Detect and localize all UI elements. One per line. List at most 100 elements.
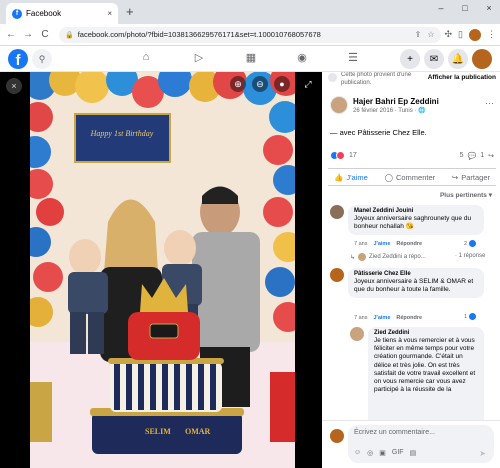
comment-sort-dropdown[interactable]: Plus pertinents ▾ — [440, 191, 492, 199]
tagged-with: — avec Pâtisserie Chez Elle. — [330, 128, 427, 137]
browser-tab[interactable]: f Facebook × — [6, 3, 118, 24]
love-reaction-icon — [336, 151, 345, 160]
camera-icon[interactable]: ◎ — [367, 449, 373, 457]
comment-like-button[interactable]: J'aime — [373, 315, 390, 321]
cake-name-selim: SELIM — [145, 427, 171, 436]
share-count[interactable]: 1 — [480, 152, 484, 159]
show-publication-button[interactable]: Afficher la publication — [428, 74, 496, 81]
comment-reaction-badge[interactable]: 2 — [464, 240, 477, 247]
commenter-name[interactable]: Zied Zeddini — [374, 330, 478, 336]
create-icon[interactable]: + — [400, 49, 420, 69]
comment-placeholder: Écrivez un commentaire... — [354, 429, 435, 436]
comment-like-button[interactable]: J'aime — [373, 241, 390, 247]
comment-count[interactable]: 5 — [460, 152, 464, 159]
comment-reply-button[interactable]: Répondre — [396, 315, 422, 321]
maximize-button[interactable]: □ — [458, 3, 472, 13]
commenter-avatar[interactable] — [330, 205, 344, 219]
commenter-avatar[interactable] — [330, 268, 344, 282]
comment-composer: Écrivez un commentaire... ☺ ◎ ▣ GIF ▤ ➤ — [322, 420, 500, 468]
sticker-icon[interactable]: ▤ — [410, 449, 417, 457]
facebook-header: f ⚲ ⌂ ▷ ▦ ◉ ☰ + ✉ 🔔 — [0, 46, 500, 72]
gif-icon[interactable]: GIF — [392, 449, 404, 457]
video-icon[interactable]: ▷ — [191, 51, 207, 64]
comment-age[interactable]: 7 ans — [354, 315, 367, 321]
photo-viewer: Happy 1st Birthday SELIM OMAR × ⊕ ⊖ ● ⤢ — [0, 72, 322, 468]
search-icon[interactable]: ⚲ — [32, 49, 52, 69]
comment-reply-button[interactable]: Répondre — [396, 241, 422, 247]
commenter-name[interactable]: Manel Zeddini Jouini — [354, 208, 478, 214]
extensions-area: ✣ ▯ ⋮ — [445, 28, 496, 41]
birthday-photo[interactable]: Happy 1st Birthday SELIM OMAR — [30, 72, 295, 468]
menu-icon[interactable]: ☰ — [345, 51, 361, 64]
new-tab-button[interactable]: + — [126, 4, 134, 19]
tag-icon[interactable]: ● — [274, 76, 290, 92]
share-count-icon: ↪ — [488, 152, 494, 160]
send-icon[interactable]: ➤ — [479, 449, 486, 458]
composer-avatar[interactable] — [330, 429, 344, 443]
lock-icon: 🔒 — [65, 31, 74, 39]
url-input[interactable]: 🔒 facebook.com/photo/?fbid=1038136629576… — [59, 26, 441, 43]
tab-close-icon[interactable]: × — [107, 9, 112, 18]
extension-puzzle-icon[interactable]: ✣ — [445, 29, 453, 40]
like-reaction-icon — [469, 240, 477, 247]
close-viewer-button[interactable]: × — [6, 78, 22, 94]
comment: Pâtisserie Chez Elle Joyeux anniversaire… — [330, 268, 484, 299]
profile-avatar[interactable] — [469, 28, 481, 41]
like-reaction-icon — [469, 313, 477, 320]
comment-icon: ◯ — [384, 172, 393, 182]
reload-button[interactable]: C — [38, 29, 52, 40]
post-date[interactable]: 26 février 2016 · Tunis · 🌐 — [353, 107, 439, 114]
url-text: facebook.com/photo/?fbid=103813662957617… — [77, 30, 321, 39]
bookmark-star-icon[interactable]: ☆ — [427, 30, 434, 39]
post-author: Hajer Bahri Ep Zeddini 26 février 2016 ·… — [330, 96, 439, 114]
reply-count[interactable]: · 1 réponse — [455, 253, 485, 259]
minimize-button[interactable]: – — [434, 3, 448, 13]
facebook-logo-icon[interactable]: f — [8, 49, 28, 69]
comment-text: Joyeux anniversaire saghrounety que du b… — [354, 215, 472, 231]
browser-menu-icon[interactable]: ⋮ — [487, 29, 496, 40]
home-icon[interactable]: ⌂ — [138, 51, 154, 63]
close-window-button[interactable]: × — [482, 3, 496, 13]
comment-text: Je tiens à vous remercier et à vous féli… — [374, 337, 476, 394]
view-replies-link[interactable]: ↳ Zied Zeddini a répo... — [350, 253, 426, 261]
author-avatar[interactable] — [330, 96, 348, 114]
share-page-icon[interactable]: ⇪ — [415, 30, 422, 39]
comment-reply: Zied Zeddini Je tiens à vous remercier e… — [350, 327, 484, 427]
commenter-avatar[interactable] — [350, 327, 364, 341]
publication-notice: Cette photo provient d'une publication. … — [328, 72, 496, 90]
facebook-favicon-icon: f — [12, 8, 22, 19]
notice-text: Cette photo provient d'une publication. — [341, 72, 412, 86]
photo-illustration: Happy 1st Birthday SELIM OMAR — [30, 72, 295, 468]
like-button[interactable]: 👍 J'aime — [334, 173, 368, 182]
zoom-in-icon[interactable]: ⊕ — [230, 76, 246, 92]
cake-name-omar: OMAR — [185, 427, 211, 436]
marketplace-icon[interactable]: ▦ — [243, 51, 259, 64]
fullscreen-icon[interactable]: ⤢ — [300, 76, 316, 92]
author-name[interactable]: Hajer Bahri Ep Zeddini — [353, 97, 439, 106]
reply-arrow-icon: ↳ — [350, 254, 356, 261]
share-button[interactable]: ↪ Partager — [452, 173, 490, 182]
comment-input[interactable]: Écrivez un commentaire... ☺ ◎ ▣ GIF ▤ ➤ — [348, 425, 494, 463]
messenger-icon[interactable]: ✉ — [424, 49, 444, 69]
reaction-count[interactable]: 17 — [349, 152, 357, 159]
info-icon — [328, 73, 337, 82]
comment-meta: 7 ans J'aime Répondre — [354, 315, 422, 321]
emoji-icon[interactable]: ☺ — [354, 449, 361, 457]
groups-icon[interactable]: ◉ — [294, 51, 310, 64]
forward-button[interactable]: → — [21, 29, 35, 40]
photo-icon[interactable]: ▣ — [379, 449, 386, 457]
omnibox-icons: ⇪ ☆ — [415, 30, 435, 39]
comment-age[interactable]: 7 ans — [354, 241, 367, 247]
banner-text: Happy 1st Birthday — [90, 129, 154, 138]
comment-reaction-badge[interactable]: 1 — [464, 313, 477, 320]
zoom-out-icon[interactable]: ⊖ — [252, 76, 268, 92]
more-options-icon[interactable]: ··· — [485, 98, 494, 108]
share-icon: ↪ — [451, 172, 459, 182]
comment-button[interactable]: ◯ Commenter — [385, 173, 436, 182]
side-panel-icon[interactable]: ▯ — [458, 29, 463, 40]
back-button[interactable]: ← — [4, 29, 18, 40]
account-avatar[interactable] — [472, 49, 492, 69]
replier-avatar — [358, 253, 367, 261]
notifications-icon[interactable]: 🔔 — [448, 49, 468, 69]
commenter-name[interactable]: Pâtisserie Chez Elle — [354, 271, 478, 277]
